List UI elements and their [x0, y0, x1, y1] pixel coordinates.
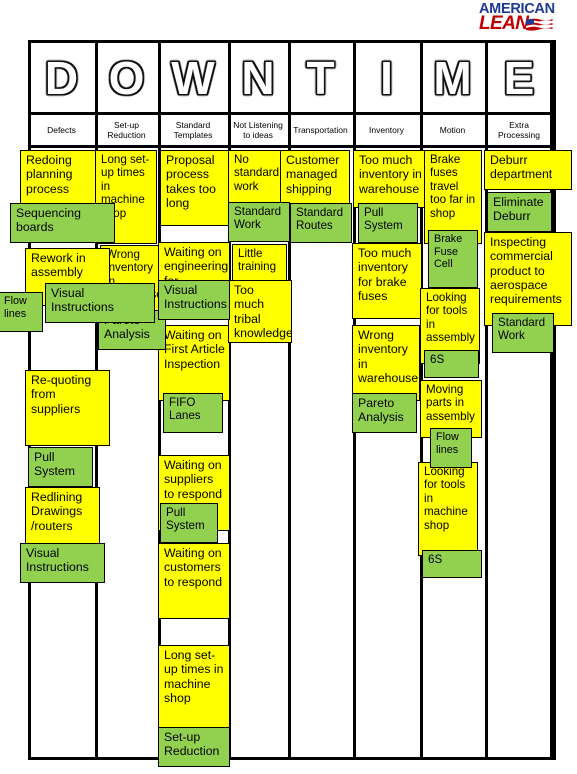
countermeasure-note-motion[interactable]: Flow lines	[430, 428, 472, 468]
countermeasure-note-defects[interactable]: Visual Instructions	[20, 543, 105, 583]
waste-note-defects[interactable]: Re-quoting from suppliers	[25, 370, 110, 446]
usa-flag-icon	[526, 18, 553, 31]
countermeasure-note-motion[interactable]: 6S	[424, 350, 479, 378]
acronym-letter-n: N	[228, 42, 288, 114]
acronym-letter-o: O	[95, 42, 158, 114]
category-header-standard-templates: Standard Templates	[173, 119, 213, 140]
waste-note-not-listening-to-ideas[interactable]: Too much tribal knowledge	[228, 280, 292, 343]
countermeasure-note-inventory[interactable]: Pull System	[358, 203, 418, 243]
waste-note-not-listening-to-ideas[interactable]: Little training	[232, 244, 287, 284]
acronym-letter-glyph: E	[503, 52, 535, 104]
acronym-letter-m: M	[420, 42, 485, 114]
acronym-letter-glyph: O	[108, 52, 145, 104]
acronym-letter-w: W	[158, 42, 228, 114]
acronym-letter-glyph: N	[241, 52, 275, 104]
countermeasure-note-inventory[interactable]: Pareto Analysis	[352, 393, 417, 433]
countermeasure-note-defects[interactable]: Sequencing boards	[10, 203, 115, 243]
countermeasure-note-defects[interactable]: Pull System	[28, 447, 93, 487]
row-divider	[28, 145, 553, 148]
waste-note-defects[interactable]: Redoing planning process	[20, 150, 106, 208]
waste-note-not-listening-to-ideas[interactable]: No standard work	[228, 150, 286, 208]
waste-note-inventory[interactable]: Too much inventory for brake fuses	[352, 243, 422, 319]
column-divider	[485, 40, 488, 760]
waste-note-extra-processing[interactable]: Inspecting commercial product to aerospa…	[484, 232, 572, 326]
countermeasure-note-standard-templates[interactable]: FIFO Lanes	[163, 393, 223, 433]
acronym-letter-glyph: T	[306, 52, 335, 104]
logo-text-lean: LEAN	[479, 12, 529, 34]
waste-note-inventory[interactable]: Wrong inventory in warehouse	[352, 325, 420, 401]
countermeasure-note-standard-templates[interactable]: Set-up Reduction	[158, 727, 230, 767]
acronym-letter-t: T	[288, 42, 353, 114]
acronym-letter-d: D	[28, 42, 95, 114]
countermeasure-note-motion[interactable]: 6S	[422, 550, 482, 578]
waste-note-motion[interactable]: Looking for tools in machine shop	[418, 462, 478, 556]
waste-note-standard-templates[interactable]: Proposal process takes too long	[160, 150, 232, 226]
category-header-transportation: Transportation	[293, 124, 348, 135]
countermeasure-note-standard-templates[interactable]: Visual Instructions	[158, 280, 230, 320]
acronym-letter-i: I	[353, 42, 420, 114]
countermeasure-note-motion[interactable]: Brake Fuse Cell	[428, 230, 478, 288]
category-header-defects: Defects	[47, 124, 76, 135]
countermeasure-note-transportation[interactable]: Standard Routes	[290, 203, 352, 243]
american-lean-logo: AMERICAN LEAN	[479, 2, 573, 38]
countermeasure-note-defects[interactable]: Flow lines	[0, 292, 43, 332]
acronym-letter-glyph: I	[380, 52, 393, 104]
acronym-letter-glyph: M	[433, 52, 472, 104]
waste-note-transportation[interactable]: Customer managed shipping	[280, 150, 350, 208]
waste-note-defects[interactable]: Redlining Drawings /routers	[25, 487, 100, 545]
category-header-motion: Motion	[439, 124, 466, 135]
column-divider	[553, 40, 556, 760]
category-header-inventory: Inventory	[369, 124, 404, 135]
waste-note-extra-processing[interactable]: Deburr department	[484, 150, 572, 190]
countermeasure-note-standard-templates[interactable]: Pull System	[160, 503, 218, 543]
row-divider	[28, 112, 553, 115]
countermeasure-note-not-listening-to-ideas[interactable]: Standard Work	[228, 202, 290, 242]
countermeasure-note-extra-processing[interactable]: Standard Work	[492, 313, 554, 353]
waste-note-inventory[interactable]: Too much inventory in warehouse	[353, 150, 428, 208]
waste-note-standard-templates[interactable]: Long set-up times in machine shop	[158, 645, 230, 739]
waste-note-standard-templates[interactable]: Waiting on First Article Inspection	[158, 325, 230, 401]
waste-note-standard-templates[interactable]: Waiting on customers to respond	[158, 543, 230, 619]
acronym-letter-e: E	[485, 42, 553, 114]
column-divider	[288, 40, 291, 760]
acronym-letter-glyph: D	[44, 52, 79, 104]
countermeasure-note-defects[interactable]: Visual Instructions	[45, 283, 155, 323]
downtime-waste-board: AMERICAN LEAN DOWNTIME Defects Set-up Red…	[0, 0, 577, 774]
acronym-letter-glyph: W	[171, 52, 215, 104]
category-header-not-listening-to-ideas: Not Listening to ideas	[233, 119, 283, 140]
countermeasure-note-extra-processing[interactable]: Eliminate Deburr	[487, 192, 552, 232]
category-header-extra-processing: Extra Processing	[497, 119, 541, 140]
category-header-setup-reduction: Set-up Reduction	[107, 119, 146, 140]
